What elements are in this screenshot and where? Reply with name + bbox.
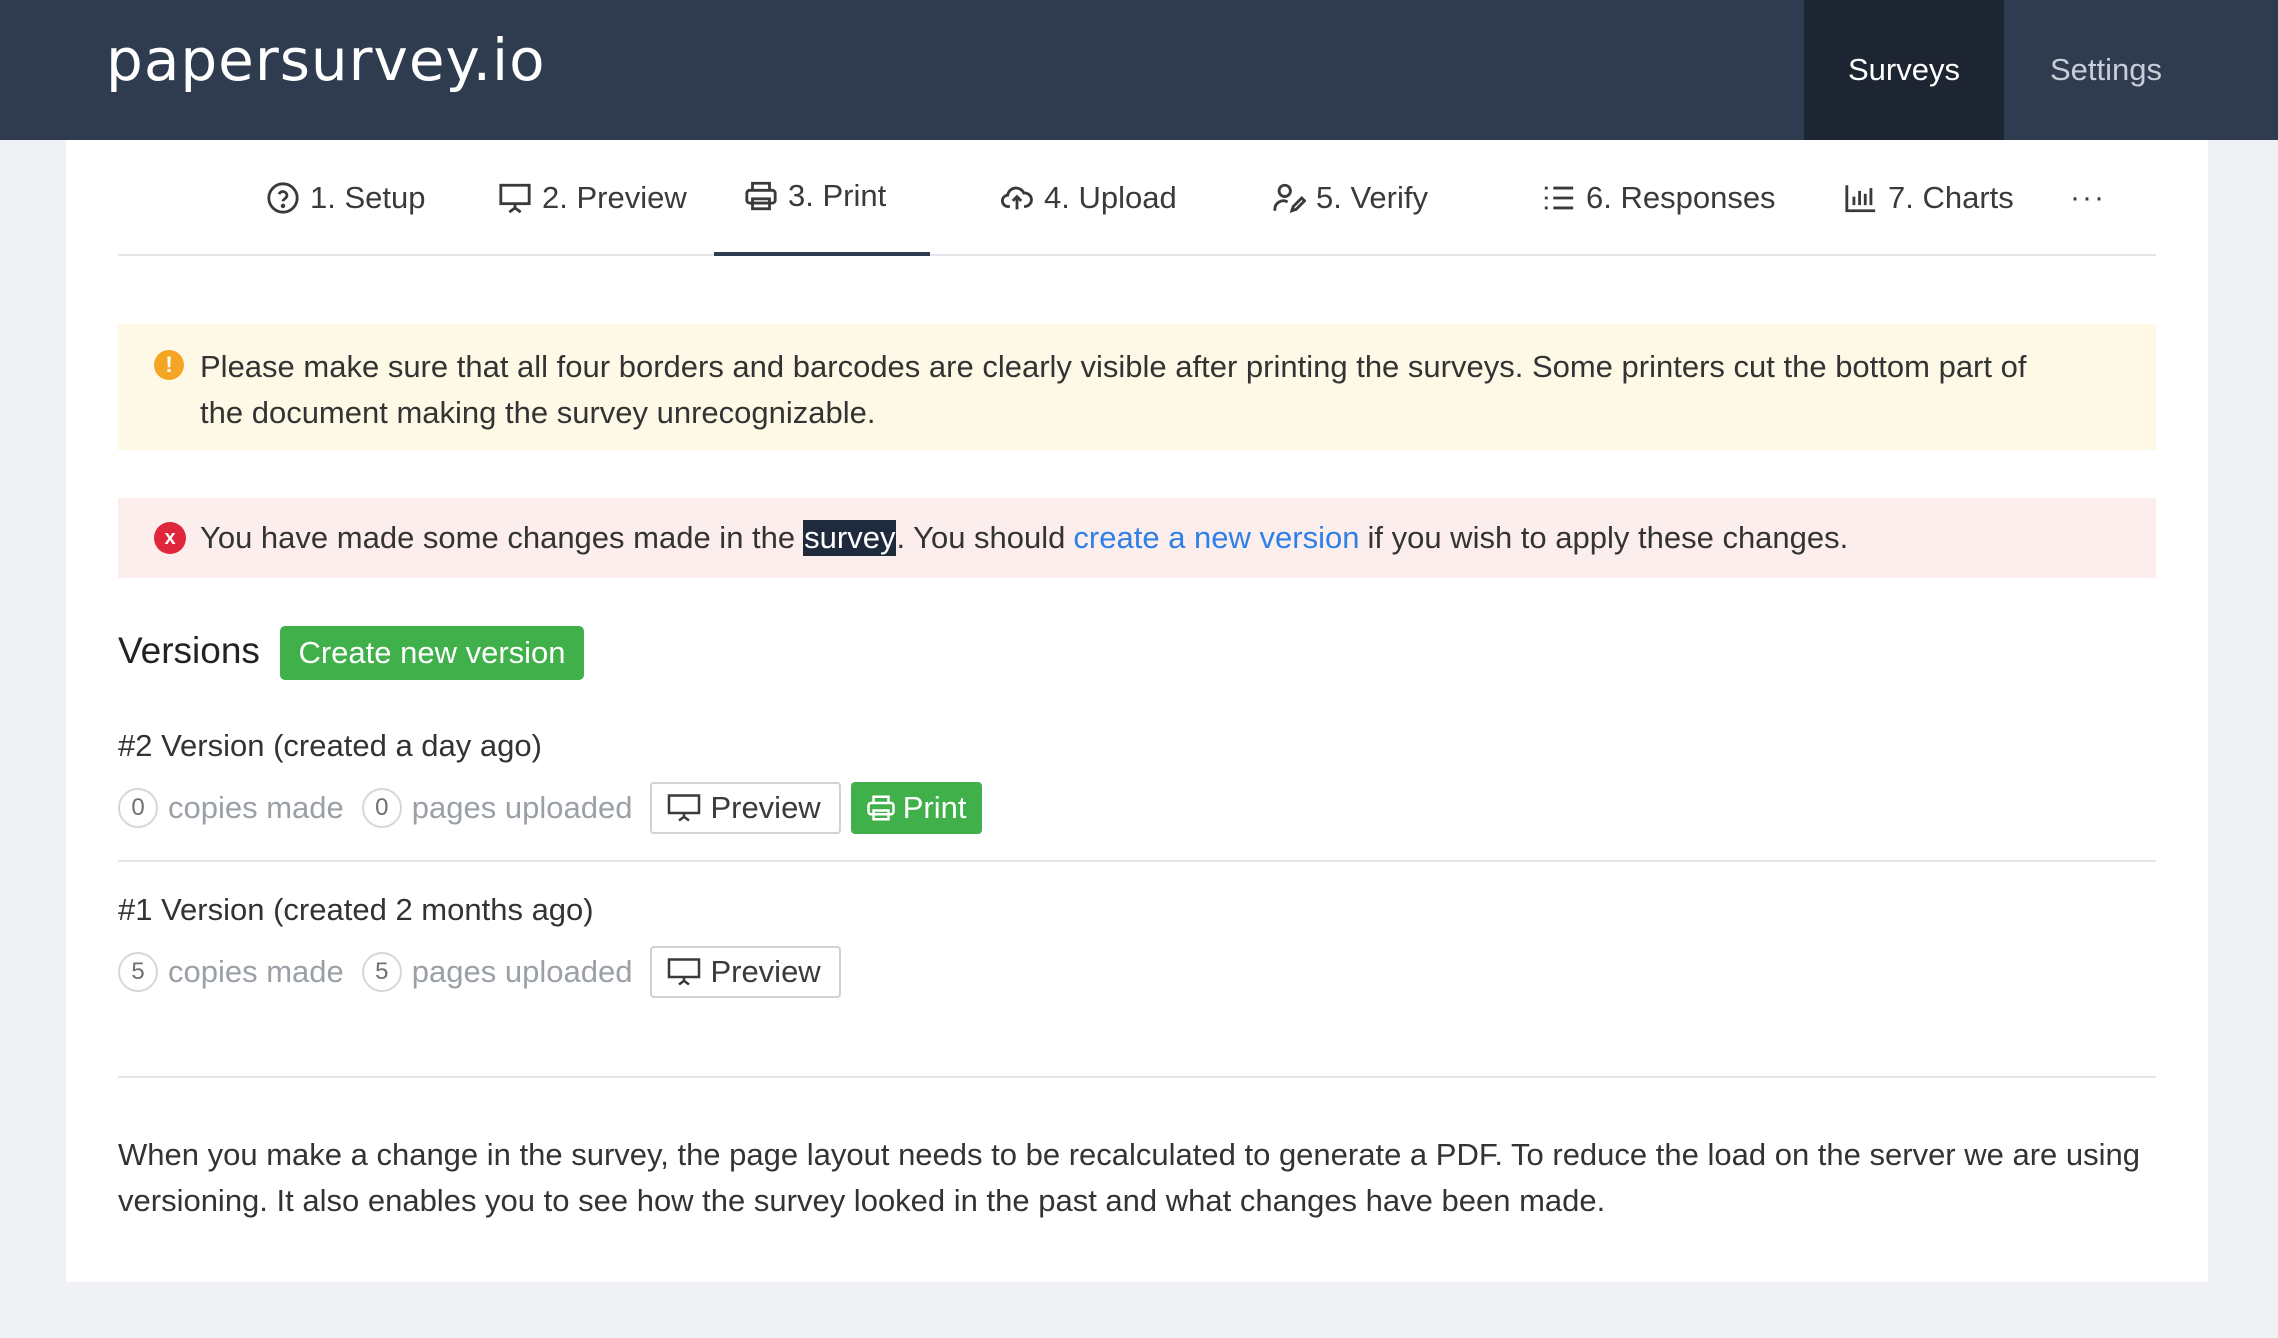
version-stats: 5 copies made 5 pages uploaded Preview (118, 946, 841, 998)
tab-label: 1. Setup (310, 180, 426, 215)
tab-upload[interactable]: 4. Upload (998, 140, 1179, 256)
tab-label: 7. Charts (1888, 180, 2014, 215)
question-circle-icon (267, 182, 299, 214)
copies-label: copies made (168, 954, 344, 989)
error-text-post: if you wish to apply these changes. (1367, 520, 1849, 555)
preview-label: Preview (710, 790, 821, 825)
preview-label: Preview (710, 954, 821, 989)
versioning-explanation: When you make a change in the survey, th… (118, 1137, 2141, 1218)
warning-icon: ! (154, 350, 184, 380)
copies-count-badge: 0 (118, 788, 158, 828)
pages-count-badge: 5 (361, 952, 402, 992)
tab-verify[interactable]: 5. Verify (1270, 140, 1430, 256)
top-navbar: papersurvey.io Surveys Settings (0, 0, 2278, 140)
pages-label: pages uploaded (411, 790, 633, 825)
pages-label: pages uploaded (411, 954, 633, 989)
printer-icon (745, 181, 777, 211)
error-text-pre: You have made some changes made in the (200, 520, 796, 555)
printer-icon (866, 795, 895, 821)
step-tabs: 1. Setup 2. Preview 3. Print 4. Upload 5… (118, 140, 2156, 256)
copies-label: copies made (168, 790, 344, 825)
error-text-highlight: survey (803, 520, 897, 556)
user-edit-icon (1273, 183, 1306, 213)
tab-label: 4. Upload (1044, 180, 1177, 215)
print-button[interactable]: Print (850, 782, 983, 834)
print-label: Print (902, 790, 967, 825)
presentation-icon (668, 794, 701, 822)
pages-count-badge: 0 (361, 788, 402, 828)
presentation-icon (668, 958, 701, 986)
version-title: #2 Version (created a day ago) (118, 728, 542, 763)
preview-button[interactable]: Preview (650, 946, 841, 998)
cloud-upload-icon (1001, 186, 1033, 210)
tab-setup[interactable]: 1. Setup (264, 140, 427, 256)
nav-settings[interactable]: Settings (2004, 0, 2208, 140)
tab-label: 5. Verify (1316, 180, 1428, 215)
main-card: 1. Setup 2. Preview 3. Print 4. Upload 5… (66, 140, 2208, 1282)
more-icon: ··· (2070, 181, 2106, 214)
create-new-version-button[interactable]: Create new version (280, 626, 584, 680)
preview-button[interactable]: Preview (650, 782, 841, 834)
tab-print[interactable]: 3. Print (714, 140, 931, 256)
more-tab[interactable]: ··· (2068, 140, 2108, 256)
error-text-mid: . You should (896, 520, 1066, 555)
nav-surveys[interactable]: Surveys (1804, 0, 2004, 140)
copies-count-badge: 5 (118, 952, 158, 992)
tab-label: 2. Preview (542, 180, 687, 215)
tab-charts[interactable]: 7. Charts (1842, 140, 2016, 256)
tab-responses[interactable]: 6. Responses (1540, 140, 1778, 256)
versions-heading: Versions (118, 630, 260, 671)
section-divider (118, 1076, 2156, 1078)
app-logo[interactable]: papersurvey.io (106, 26, 546, 94)
tab-preview[interactable]: 2. Preview (496, 140, 689, 256)
version-divider (118, 860, 2156, 862)
presentation-icon (499, 183, 531, 214)
bar-chart-icon (1845, 185, 1876, 213)
print-warning-alert: ! Please make sure that all four borders… (118, 324, 2156, 450)
create-new-version-link[interactable]: create a new version (1073, 520, 1359, 556)
list-icon (1544, 186, 1574, 210)
tab-label: 6. Responses (1586, 180, 1776, 215)
tab-label: 3. Print (788, 178, 887, 213)
version-stats: 0 copies made 0 pages uploaded Preview P… (118, 782, 983, 834)
error-icon: x (154, 522, 186, 554)
changes-error-alert: x You have made some changes made in the… (118, 498, 2156, 578)
warning-text: Please make sure that all four borders a… (200, 349, 2027, 430)
version-title: #1 Version (created 2 months ago) (118, 892, 594, 927)
